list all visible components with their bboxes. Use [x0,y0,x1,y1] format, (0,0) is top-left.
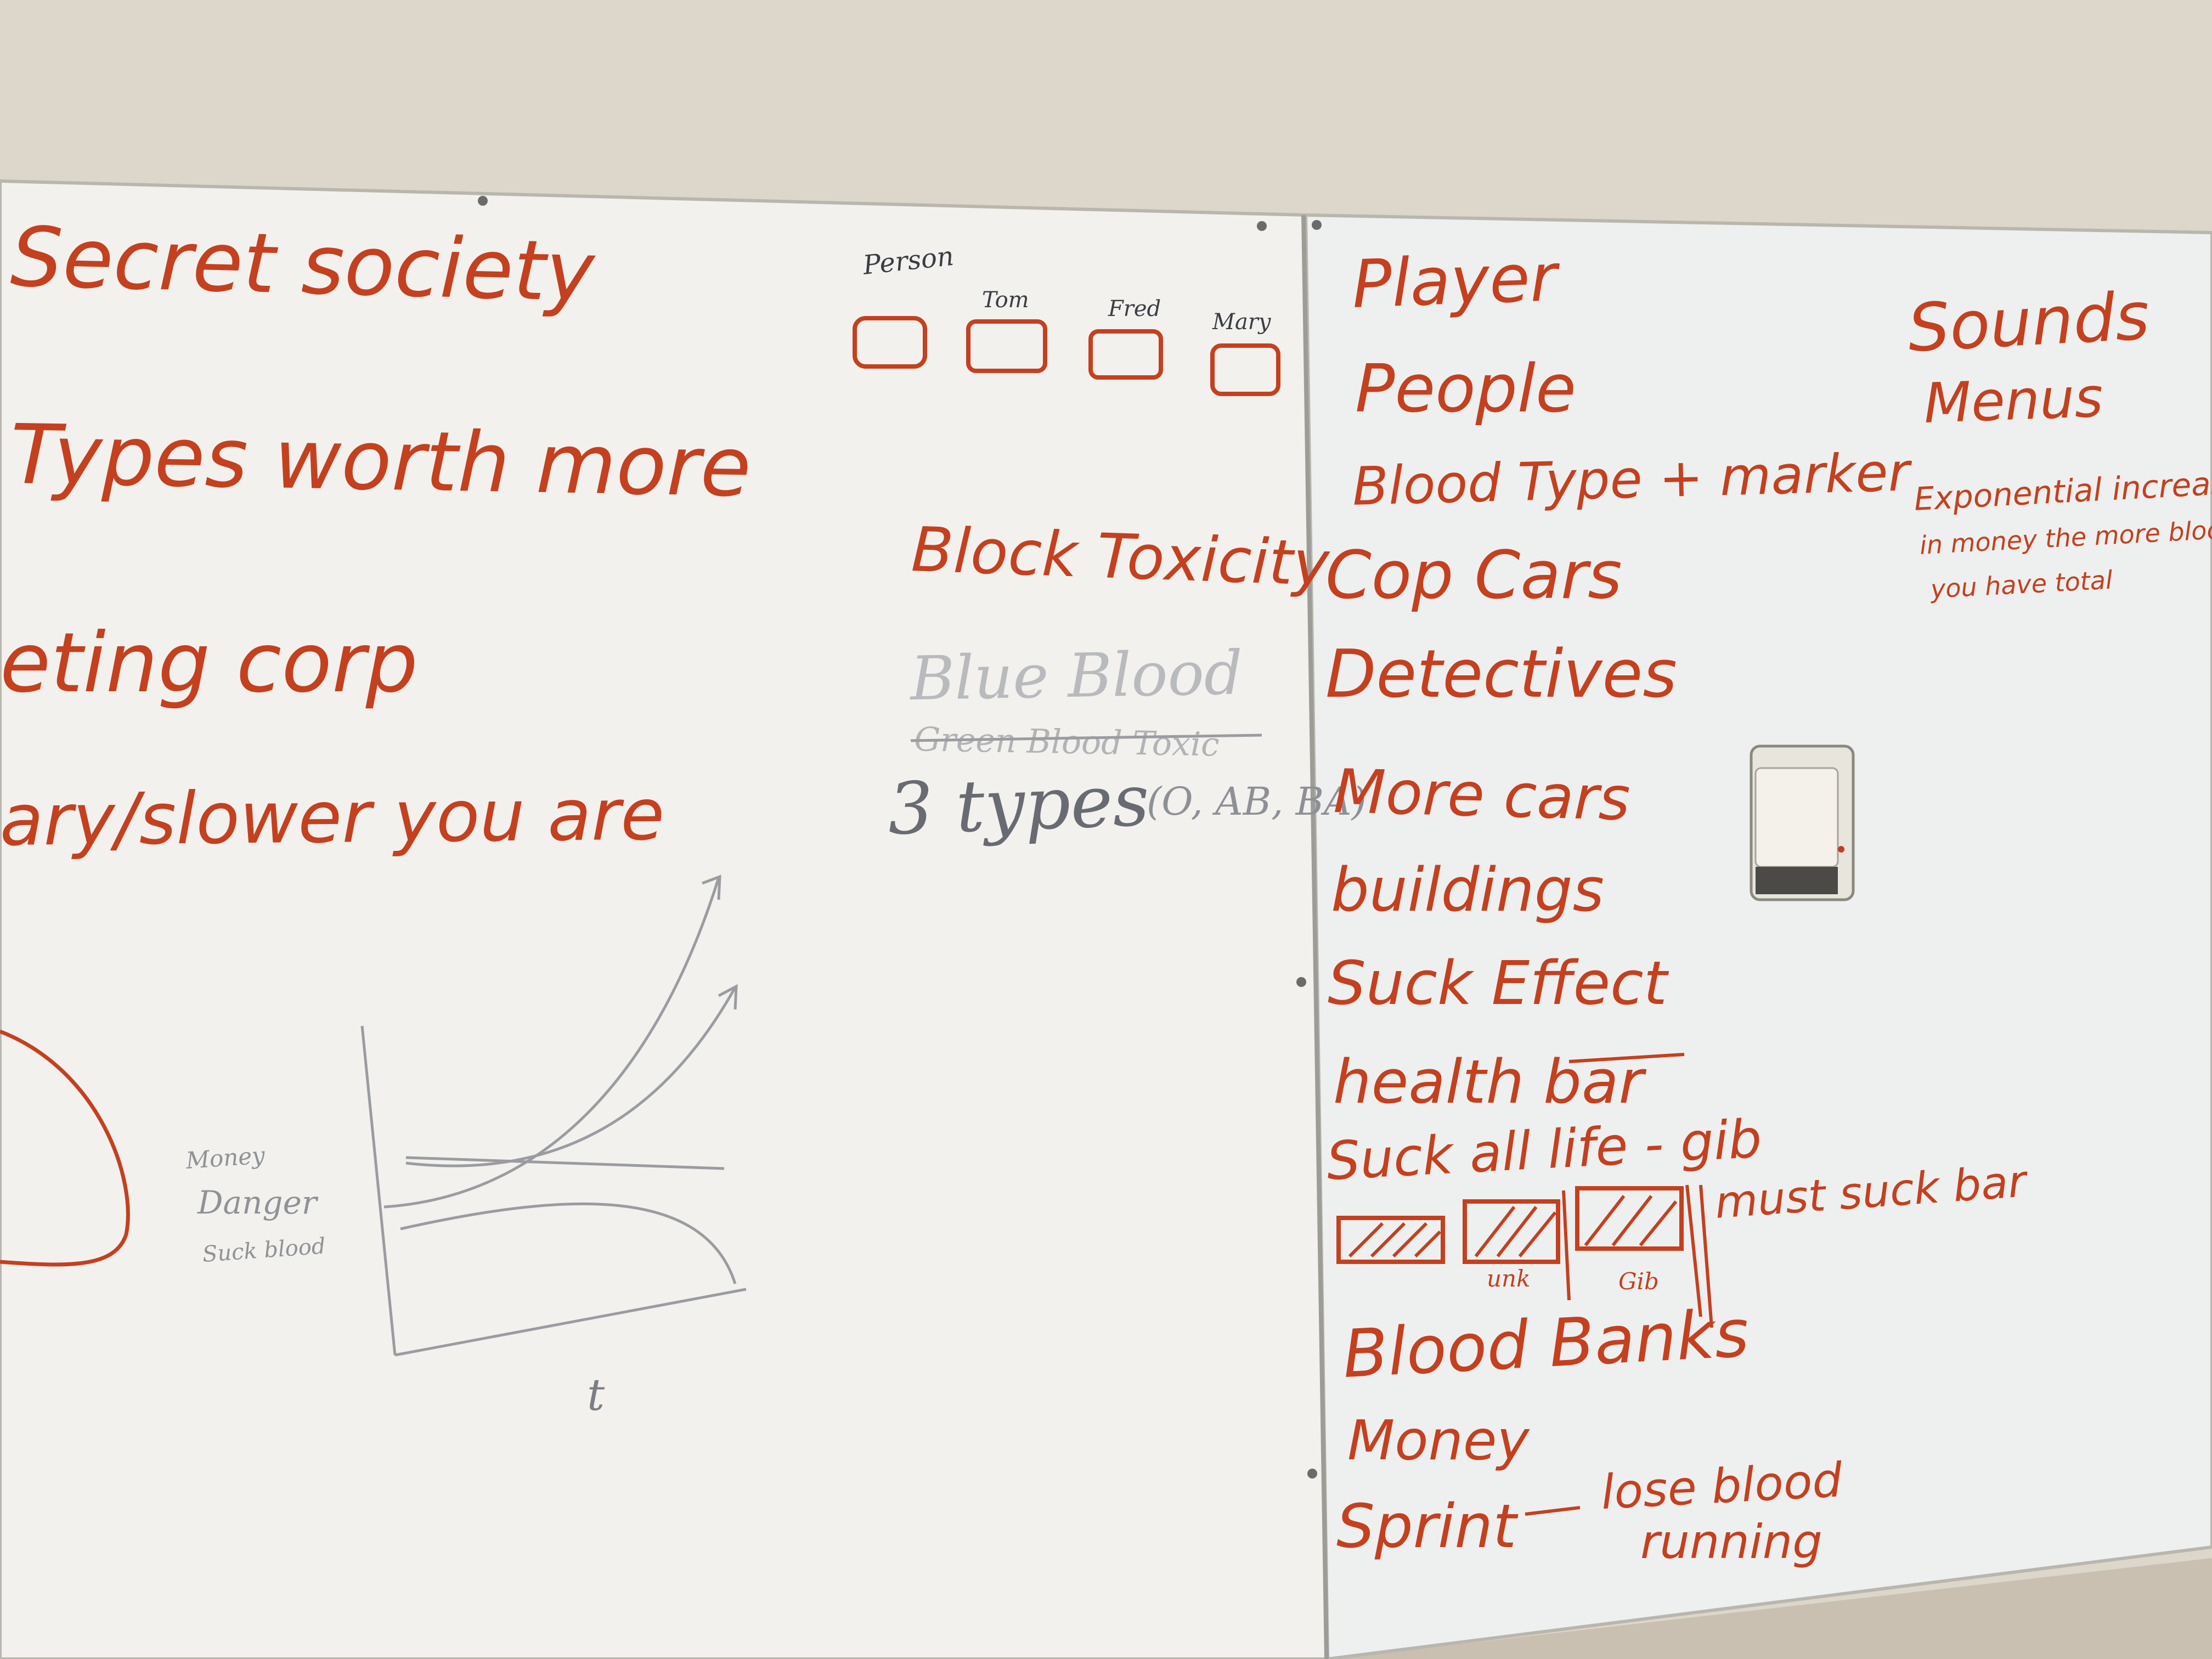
name-tom: Tom [982,287,1029,313]
list-item-sprint: Sprint [1336,1491,1519,1561]
graph-legend-danger: Danger [197,1184,319,1221]
name-fred: Fred [1108,296,1161,321]
sounds-heading: Sounds [1906,278,2151,367]
gib-label-unk: unk [1487,1265,1531,1292]
sprint-note-running: running [1640,1515,1822,1570]
left-line-types-worth-more: Types worth more [9,407,752,516]
whiteboard-left [0,179,1330,1659]
left-line-slower: ary/slower you are [0,772,665,862]
list-item-buildings: buildings [1331,855,1604,925]
whiteboard-photo: Secret society Types worth more eting co… [0,0,2212,1659]
left-line-eting-corp: eting corp [0,616,418,711]
name-mary: Mary [1212,309,1272,335]
list-item-more-cars: More cars [1333,756,1631,834]
screw [1307,1469,1317,1479]
graph-x-label: t [587,1369,605,1420]
screw [1257,221,1267,231]
list-item-player: Player [1351,240,1562,323]
screw [1296,977,1306,987]
wall-sensor-device [1750,744,1855,901]
graph-legend-money: Money [184,1142,266,1174]
screw [1312,220,1322,230]
blue-blood-note: Blue Blood [909,637,1243,714]
list-item-money: Money [1347,1408,1530,1472]
list-item-cop-cars: Cop Cars [1325,538,1622,614]
menus-heading: Menus [1923,365,2104,436]
list-item-health-bar: health bar [1333,1047,1646,1117]
screw [478,196,488,206]
gib-label-gib: Gib [1618,1268,1659,1295]
list-item-detectives: Detectives [1325,636,1677,713]
three-types-note: 3 types [887,758,1151,851]
list-item-suck-effect: Suck Effect [1328,948,1669,1018]
list-item-people: People [1355,351,1576,427]
title-secret-society: Secret society [9,210,597,320]
block-toxicity: Block Toxicity [910,514,1331,600]
green-blood-note: Green Blood Toxic [914,720,1220,764]
